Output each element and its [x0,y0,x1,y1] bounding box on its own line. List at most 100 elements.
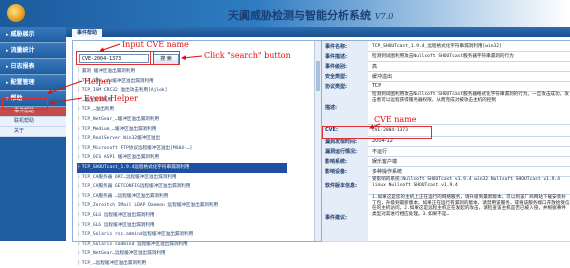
vuln-list-item-label: TCP_RealServer Win32缓冲区溢出 [81,136,161,142]
tree-branch-icon: ├ [77,251,80,257]
detail-value: 不运行 [372,148,388,155]
detail-label: 事件名称: [322,41,368,51]
scrollbar-thumb[interactable] [316,61,320,91]
vuln-list-item[interactable]: ├ TCP_…远程缓冲区溢出漏洞利用 [77,259,287,268]
tree-branch-icon: ├ [77,232,80,238]
tree-branch-icon: ├ [77,136,80,142]
tree-branch-icon: ├ [77,97,80,103]
chevron-right-icon: ▸ [6,32,9,38]
vuln-list-item-label: 漏洞 缓冲区溢出漏洞利用 [81,69,136,74]
tree-branch-icon: ├ [77,126,80,132]
list-scrollbar[interactable] [314,41,321,241]
sidebar-item-threat-display[interactable]: ▸ 威胁展示 [0,27,66,43]
highlight-search-input [76,51,154,65]
detail-value: 高 [372,63,378,70]
vuln-list-item[interactable]: ├ TCP_SHOUTcast_1.9.4远程格式化字符串漏洞利用 [77,162,287,173]
tree-branch-icon: ├ [77,222,80,228]
detail-label: 描述: [322,91,368,124]
vuln-list-item[interactable]: ├ TCP_GLG 远程缓冲区溢出漏洞利用 [77,221,287,231]
detail-label: 安全类型: [322,71,368,81]
annotation-cve-name: CVE name [374,115,417,124]
vuln-list-item-label: TCP_CA服务器 ORT…远程缓冲区溢出漏洞利用 [81,174,177,180]
vuln-list-item-label: TCP_GLG 远程缓冲区溢出漏洞利用 [81,222,155,228]
vuln-list-item[interactable]: ├ TCP_RealServer Win32缓冲区溢出 [77,134,287,144]
vuln-list-item[interactable]: ├ TCP_CA服务器 ORT…远程缓冲区溢出漏洞利用 [77,173,287,183]
vuln-list-item-label: TCP_Solaris sadmind 远程缓冲区溢出漏洞利用 [81,241,188,247]
vuln-list-item[interactable]: ├ TCP_CA服务器 …远程缓冲区溢出漏洞利用 [77,192,287,202]
vuln-list-item-label: TCP_…远程缓冲区溢出漏洞利用 [81,260,147,266]
tree-branch-icon: ├ [77,184,80,190]
detail-value: 缓冲溢出 [372,73,393,80]
highlight-event-help [2,98,48,110]
vuln-list-item[interactable]: ├ 漏洞 缓冲区溢出漏洞利用 [77,67,287,77]
vuln-list-item-label: TCP_Solaris rsc.admind远程缓冲区溢出漏洞利用 [81,232,194,238]
detail-value: 多种操作系统 [372,168,403,175]
detail-row: 描述: 检测到试图利用攻击Nullsoft SHOUTcast服务器格式化字符串漏… [322,91,570,125]
vuln-list-item-label: TCP_…溢出利用 [81,107,114,113]
vuln-list-item[interactable]: ├ TCP_Microsoft FTP协议远程缓冲区溢出[MS04-…] [77,144,287,154]
sidebar-item-log-report[interactable]: ▸ 日志报表 [0,59,66,75]
detail-value: 检测到试图利用攻击Nullsoft SHOUTcast服务器字符串漏洞的行为 [372,54,514,59]
tree-branch-icon: ├ [77,69,80,74]
tree-branch-icon: ├ [77,155,80,161]
detail-row: 软件版本信息: 受影响的系统:Nullsoft SHOUTcast v1.9.4 … [322,176,570,195]
help-submenu: 事件帮助 联机帮助 关于 [0,107,66,137]
vuln-list-pane: 搜 索 ├漏洞 缓冲区溢出漏洞利用├TCP_IMS…cf…缓冲区溢出漏洞利用├T… [72,40,322,266]
vuln-list-item-label: TCP_Microsoft FTP协议远程缓冲区溢出[MS04-…] [81,145,193,151]
tree-branch-icon: ├ [77,260,80,266]
vuln-list-item[interactable]: ├ TCP_Solaris rsc.admind远程缓冲区溢出漏洞利用 [77,230,287,240]
detail-label: 事件描述: [322,51,368,61]
annotation-helper: Helper [84,77,112,86]
event-detail-table: 事件名称: TCP_SHOUTcast_1.9.4_远程格式化字符串漏洞利用[wi… [322,40,570,242]
tree-branch-icon: ├ [77,241,80,247]
tab-bar: 事件帮助 [66,27,570,37]
sidebar-item-traffic-stats[interactable]: ▸ 流量统计 [0,43,66,59]
vuln-list-item[interactable]: ├ TCP_NetGear…远程缓冲区溢出漏洞利用 [77,249,287,259]
detail-row: 事件建议: 1.如果这是您的主机上正在运行的网络服务，请升级到最新版本，可以到该厂… [322,194,570,242]
chevron-right-icon: ▸ [6,64,9,70]
vuln-list-item-label: TCP_NetGear_…缓冲区溢出漏洞利用 [81,116,160,122]
sidebar: ▸ 威胁展示 ▸ 流量统计 ▸ 日志报表 ▸ 配置管理 ▾ 帮助 事件帮助 联机帮助 关于 [0,27,66,241]
logo-icon [7,4,25,22]
detail-value: 娱乐客户端 [372,158,398,165]
tree-branch-icon: ├ [77,203,80,209]
vuln-list-item-label: TCP_CA服务器 …远程缓冲区溢出漏洞利用 [81,193,169,199]
vuln-list-item-label: TCP_CA服务器 GETCONFIG远程缓冲区溢出漏洞利用 [81,184,191,190]
vuln-list-item-label: TCP_SHOUTcast_1.9.4远程格式化字符串漏洞利用 [81,164,190,170]
sidebar-item-config[interactable]: ▸ 配置管理 [0,75,66,91]
detail-value: 1.如果这是您的主机上正在运行的网络服务，请升级到最新版本，可以到该厂商网站下载… [372,195,570,217]
vuln-list-item-label: TCP_NetGear…远程缓冲区溢出漏洞利用 [81,251,166,257]
tree-branch-icon: ├ [77,212,80,218]
tree-branch-icon: ├ [77,107,80,113]
annotation-click-search: Click "search" button [204,51,291,60]
vuln-list-item-label: TCP_Medium_…缓冲区溢出漏洞利用 [81,126,157,132]
tree-branch-icon: ├ [77,116,80,122]
chevron-right-icon: ▸ [6,48,9,54]
vuln-list-item-label: TCP_GLG 远程缓冲区溢出漏洞利用 [81,212,155,218]
highlight-search-button [150,51,180,65]
vuln-list-item[interactable]: ├ TCP_OCS ASP1 缓冲区溢出漏洞利用 [77,153,287,163]
detail-value: TCP [372,83,382,89]
sidebar-subitem-about[interactable]: 关于 [0,127,66,137]
chevron-right-icon: ▸ [6,80,9,86]
tree-branch-icon: ├ [77,78,80,84]
sidebar-subitem-online-help[interactable]: 联机帮助 [0,117,66,127]
detail-label: 影响系统: [322,156,368,166]
vuln-list-item[interactable]: ├ TCP_Solaris sadmind 远程缓冲区溢出漏洞利用 [77,240,287,250]
vuln-list-item[interactable]: ├ TCP_NetGear_…缓冲区溢出漏洞利用 [77,115,287,125]
highlight-cve-row [322,126,432,139]
detail-label: 软件版本信息: [322,176,368,194]
vuln-list-item[interactable]: ├ TCP_CA服务器 GETCONFIG远程缓冲区溢出漏洞利用 [77,182,287,192]
tree-branch-icon: ├ [77,145,80,151]
vuln-list-item[interactable]: ├ TCP_GLG 远程缓冲区溢出漏洞利用 [77,211,287,221]
vuln-list-item[interactable]: ├ TCP_Zeroitch IMail LDAP Daemon 远程缓冲区溢出漏… [77,201,287,211]
app-title: 天阗威胁检测与智能分析系统 V7.0 [228,9,394,22]
vuln-list-item[interactable]: ├ TCP_Medium_…缓冲区溢出漏洞利用 [77,125,287,135]
tree-branch-icon: ├ [77,88,80,94]
vuln-list-item[interactable]: ├ TCP_…溢出利用 [77,105,287,115]
annotation-input-cve: Input CVE name [122,40,189,49]
detail-label: 协议类型: [322,81,368,91]
detail-value: 受影响的系统:Nullsoft SHOUTcast v1.9.4 win32 N… [372,177,560,188]
tab-event-help[interactable]: 事件帮助 [72,29,103,37]
vuln-list-item-label: TCP_ISM CRC32 溢出攻击利用[Ajlok] [81,88,168,94]
